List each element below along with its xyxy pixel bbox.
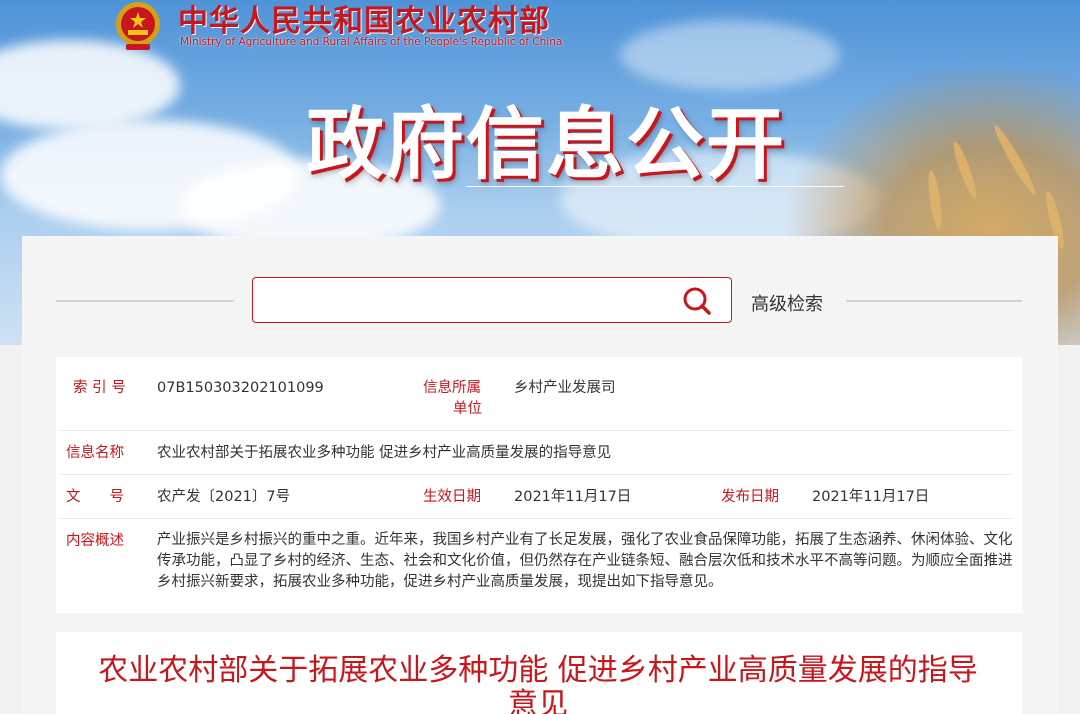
advanced-search-link[interactable]: 高级检索	[751, 290, 823, 316]
cloud-decoration	[0, 40, 180, 130]
publish-date-label: 发布日期	[721, 489, 779, 505]
publish-date-value: 2021年11月17日	[812, 489, 930, 505]
row-divider	[60, 474, 1012, 475]
unit-value: 乡村产业发展司	[514, 380, 616, 396]
index-number-label: 索 引 号	[73, 380, 126, 396]
info-name-value: 农业农村部关于拓展农业多种功能 促进乡村产业高质量发展的指导意见	[157, 445, 612, 461]
doc-number-label: 文 号	[66, 489, 124, 505]
effective-date-label: 生效日期	[423, 489, 481, 505]
index-number-value: 07B150303202101099	[157, 380, 324, 396]
unit-label-line1: 信息所属	[423, 380, 481, 396]
summary-label: 内容概述	[66, 533, 124, 549]
search-icon[interactable]	[681, 286, 715, 316]
ministry-name-cn: 中华人民共和国农业农村部	[178, 4, 550, 39]
page: 中华人民共和国农业农村部 Ministry of Agriculture and…	[0, 0, 1080, 714]
doc-number-value: 农产发〔2021〕7号	[157, 489, 291, 505]
document-title: 农业农村部关于拓展农业多种功能 促进乡村产业高质量发展的指导意见	[98, 653, 978, 714]
summary-text: 产业振兴是乡村振兴的重中之重。近年来，我国乡村产业有了长足发展，强化了农业食品保…	[157, 532, 1013, 590]
unit-label-line2: 单位	[453, 401, 482, 417]
national-emblem-icon	[116, 2, 160, 50]
effective-date-value: 2021年11月17日	[514, 489, 632, 505]
search-divider-left	[56, 300, 234, 302]
page-title: 政府信息公开	[306, 100, 787, 190]
search-divider-right	[846, 300, 1022, 302]
row-divider	[60, 430, 1012, 431]
info-name-label: 信息名称	[66, 445, 124, 461]
search-input[interactable]	[263, 286, 667, 316]
title-divider	[466, 186, 844, 187]
search-box[interactable]	[252, 277, 732, 323]
row-divider	[60, 518, 1012, 519]
ministry-name-en: Ministry of Agriculture and Rural Affair…	[180, 36, 563, 48]
